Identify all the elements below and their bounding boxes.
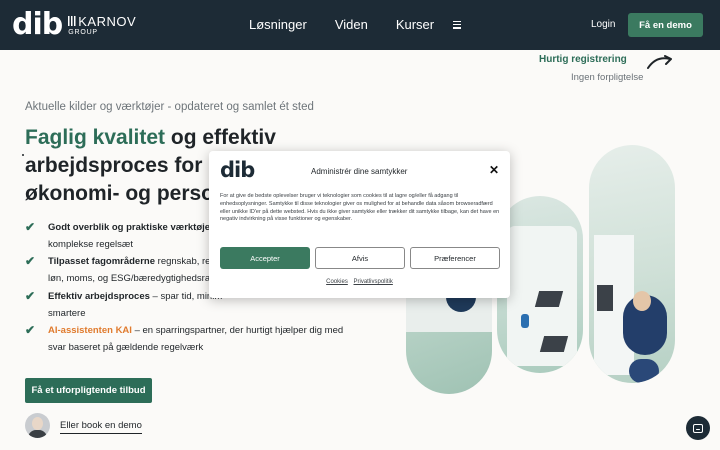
check-icon: ✔ [25,289,36,303]
check-icon: ✔ [25,220,36,234]
feature-bold: Godt overblik og praktiske værktøjer [48,222,214,233]
feature-text-line2: smartere [48,308,86,319]
avatar [25,413,50,438]
hamburger-menu-icon[interactable] [453,20,462,29]
modal-links: Cookies Privatlivspolitik [209,279,510,285]
accept-button[interactable]: Accepter [220,247,310,269]
feature-text-line2: løn, moms, og ESG/bæredygtighedsrapp [48,273,221,284]
logo[interactable]: dib KARNOV GROUP [12,10,136,40]
feature-text: – en sparringspartner, der hurtigt hjælp… [131,325,344,336]
logo-group-text: GROUP [68,28,98,36]
site-header: dib KARNOV GROUP Løsninger Viden Kurser … [0,0,720,50]
headline-part1: og effektiv [165,126,276,149]
modal-logo: dib [220,158,255,182]
check-icon: ✔ [25,254,36,268]
karnov-bars-icon [68,16,77,26]
deny-button[interactable]: Afvis [315,247,405,269]
main-nav: Løsninger Viden Kurser [249,17,462,32]
quick-registration-title: Hurtig registrering [539,54,627,65]
logo-karnov-group: KARNOV GROUP [68,15,136,36]
curved-arrow-icon [647,55,672,69]
get-demo-button[interactable]: Få en demo [628,13,703,37]
feature-item: ✔ AI-assistenten KAI – en sparringspartn… [25,322,345,356]
office-photo-3 [589,145,675,383]
quick-registration[interactable]: Hurtig registrering Ingen forpligtelse [539,54,643,83]
feature-text-line2: svar baseret på gældende regelværk [48,342,204,353]
login-link[interactable]: Login [591,19,615,30]
book-demo-link[interactable]: Eller book en demo [60,420,142,434]
headline-line3: økonomi- og persona [25,182,239,205]
logo-dib: dib [12,7,63,42]
chat-button[interactable] [686,416,710,440]
nav-losninger[interactable]: Løsninger [249,17,307,32]
modal-title: Administrér dine samtykker [311,167,408,176]
nav-kurser[interactable]: Kurser [396,17,434,32]
check-icon: ✔ [25,323,36,337]
feature-bold: Effektiv arbejdsproces [48,291,150,302]
feature-text-line2: komplekse regelsæt [48,239,134,250]
privacy-policy-link[interactable]: Privatlivspolitik [354,279,393,285]
feature-bold-ai: AI-assistenten KAI [48,325,132,336]
cookies-link[interactable]: Cookies [326,279,348,285]
hero-subtitle: Aktuelle kilder og værktøjer - opdateret… [25,101,314,113]
feature-bold: Tilpasset fagområderne [48,256,156,267]
nav-viden[interactable]: Viden [335,17,368,32]
modal-body-text: For at give de bedste oplevelser bruger … [220,193,500,223]
cookie-consent-dialog: dib Administrér dine samtykker ✕ For at … [209,151,510,298]
preferences-button[interactable]: Præferencer [410,247,500,269]
close-icon[interactable]: ✕ [489,164,499,176]
headline-accent: Faglig kvalitet [25,126,166,149]
get-offer-button[interactable]: Få et uforpligtende tilbud [25,378,152,403]
logo-karnov-text: KARNOV [78,13,137,29]
chat-icon [693,423,703,433]
quick-registration-subtitle: Ingen forpligtelse [571,72,644,83]
decorative-dot [22,154,24,156]
